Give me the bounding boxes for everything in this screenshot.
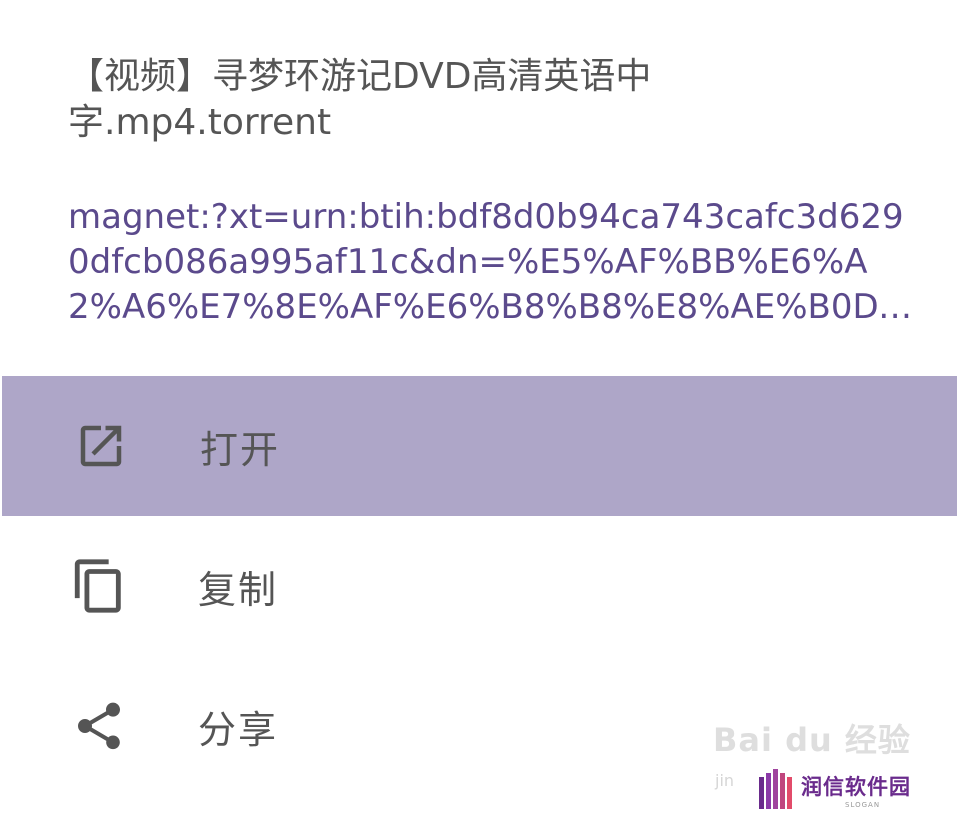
watermark: Bai du 经验 jin 润信软件园 SLOGAN [705,715,935,825]
menu-item-label: 复制 [198,567,279,612]
brand-slogan: SLOGAN [845,801,881,809]
brand-name: 润信软件园 [801,775,911,799]
copy-icon [70,557,128,615]
open-in-new-icon [72,417,130,475]
menu-item-copy[interactable]: 复制 [0,516,957,656]
menu-item-label: 打开 [200,427,281,472]
baidu-watermark: Bai du 经验 [713,721,911,759]
share-icon [70,697,128,755]
link-context-sheet: 【视频】寻梦环游记DVD高清英语中字.mp4.torrent magnet:?x… [0,0,957,831]
brand-logo-icon [759,769,792,809]
watermark-jin: jin [715,771,735,790]
file-title: 【视频】寻梦环游记DVD高清英语中字.mp4.torrent [68,56,652,143]
menu-item-open[interactable]: 打开 [2,376,957,516]
magnet-link[interactable]: magnet:?xt=urn:btih:bdf8d0b94ca743cafc3d… [68,195,913,330]
menu-item-label: 分享 [198,707,279,752]
